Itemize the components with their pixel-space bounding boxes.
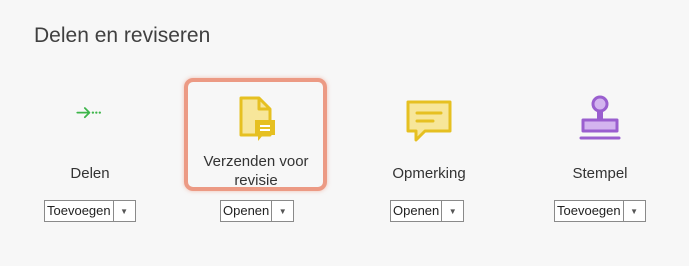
highlight-frame — [184, 78, 327, 191]
chevron-down-icon[interactable]: ▼ — [114, 201, 135, 221]
chevron-down-icon[interactable]: ▼ — [442, 201, 463, 221]
tool-share-label: Delen — [70, 165, 110, 182]
tool-share[interactable]: Delen — [15, 80, 165, 260]
stamp-icon — [579, 95, 621, 140]
tool-stamp-label: Stempel — [572, 165, 628, 182]
send-for-review-open-dropdown[interactable]: Openen ▼ — [220, 200, 295, 222]
chevron-down-icon[interactable]: ▼ — [624, 201, 645, 221]
comment-open-button[interactable]: Openen — [391, 201, 443, 221]
stamp-add-button[interactable]: Toevoegen — [555, 201, 624, 221]
comment-open-dropdown[interactable]: Openen ▼ — [390, 200, 465, 222]
tool-comment-label: Opmerking — [392, 165, 466, 182]
share-add-button[interactable]: Toevoegen — [45, 201, 114, 221]
section-title: Delen en reviseren — [34, 24, 211, 47]
tool-stamp[interactable]: Stempel — [525, 80, 675, 260]
stamp-add-dropdown[interactable]: Toevoegen ▼ — [554, 200, 646, 222]
tool-comment[interactable]: Opmerking — [354, 80, 504, 260]
chevron-down-icon[interactable]: ▼ — [272, 201, 293, 221]
send-for-review-open-button[interactable]: Openen — [221, 201, 273, 221]
share-add-dropdown[interactable]: Toevoegen ▼ — [44, 200, 136, 222]
share-arrow-icon — [76, 107, 101, 119]
comment-icon — [406, 100, 452, 142]
